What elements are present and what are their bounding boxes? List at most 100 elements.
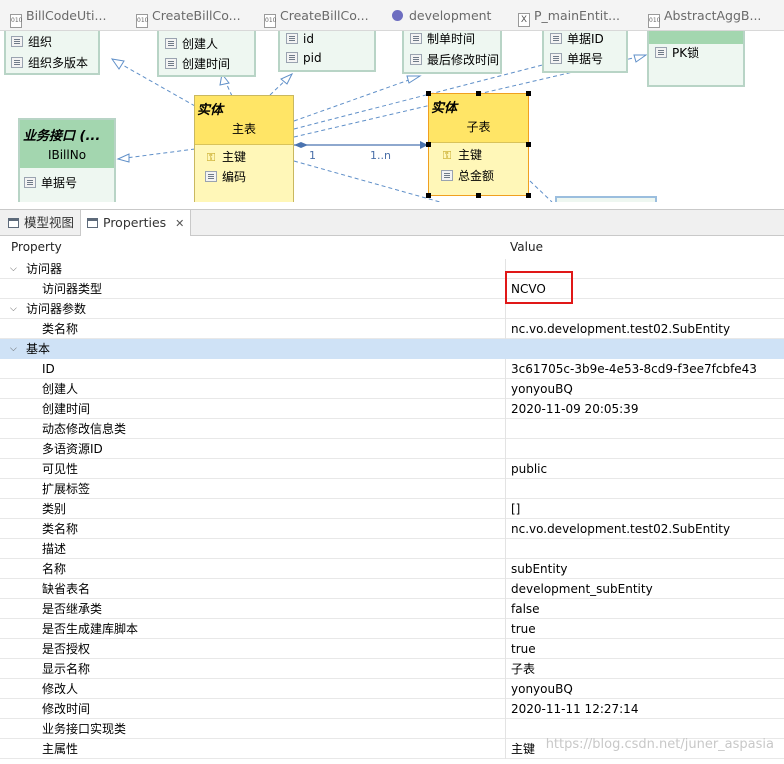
attribute-row[interactable]: 创建时间 (165, 55, 230, 73)
attribute-row[interactable]: id (286, 31, 314, 48)
property-row[interactable]: 业务接口实现类 (0, 719, 784, 739)
editor-tab[interactable]: X P_mainEntit... (518, 6, 620, 27)
selection-handle[interactable] (526, 193, 531, 198)
editor-tab[interactable]: 010 CreateBillCo... (136, 6, 241, 28)
attribute-row[interactable]: 制单时间 (410, 31, 475, 48)
attribute-label: PK锁 (672, 46, 700, 60)
attribute-row[interactable]: ⚿ 主键 (205, 148, 246, 166)
property-value-cell[interactable]: yonyouBQ (505, 679, 784, 699)
property-row[interactable]: 访问器类型 NCVO (0, 279, 784, 299)
tab-properties[interactable]: Properties ✕ (80, 210, 192, 236)
component-box-billno[interactable]: 单据ID 单据号 (542, 31, 628, 73)
property-value-cell[interactable] (505, 439, 784, 459)
component-box-pk[interactable]: PK锁 (647, 31, 745, 87)
property-row[interactable]: 类别 [] (0, 499, 784, 519)
tab-model-view[interactable]: 模型视图 (2, 210, 80, 235)
component-box-partial[interactable] (555, 196, 657, 202)
attribute-row[interactable]: 最后修改时间 (410, 51, 499, 69)
attribute-row[interactable]: 单据号 (24, 174, 77, 192)
attribute-row[interactable]: 总金额 (441, 167, 494, 185)
property-row[interactable]: 创建时间 2020-11-09 20:05:39 (0, 399, 784, 419)
property-value-cell[interactable]: yonyouBQ (505, 379, 784, 399)
property-category-row[interactable]: ⌵ 访问器参数 (0, 299, 784, 319)
property-row[interactable]: 修改人 yonyouBQ (0, 679, 784, 699)
attribute-row[interactable]: 组织 (11, 33, 52, 51)
property-value-cell[interactable]: 3c61705c-3b9e-4e53-8cd9-f3ee7fcbfe43 (505, 359, 784, 379)
property-row[interactable]: 是否生成建库脚本 true (0, 619, 784, 639)
selection-handle[interactable] (476, 91, 481, 96)
editor-tab[interactable]: development (392, 6, 491, 26)
property-value-cell[interactable] (505, 719, 784, 739)
attribute-row[interactable]: 组织多版本 (11, 54, 88, 72)
attribute-row[interactable]: 创建人 (165, 35, 218, 53)
property-row[interactable]: 可见性 public (0, 459, 784, 479)
property-value-cell[interactable]: true (505, 639, 784, 659)
property-category-row[interactable]: ⌵ 基本 (0, 339, 784, 359)
property-value-cell[interactable]: true (505, 619, 784, 639)
component-box-id[interactable]: id pid (278, 31, 376, 72)
attribute-row[interactable]: pid (286, 49, 322, 67)
property-row[interactable]: 动态修改信息类 (0, 419, 784, 439)
property-value-cell[interactable] (505, 539, 784, 559)
property-row[interactable]: 类名称 nc.vo.development.test02.SubEntity (0, 319, 784, 339)
component-box-org[interactable]: 组织 组织多版本 (4, 31, 100, 75)
property-row[interactable]: ID 3c61705c-3b9e-4e53-8cd9-f3ee7fcbfe43 (0, 359, 784, 379)
editor-tab[interactable]: 010 AbstractAggB... (648, 6, 761, 28)
property-row[interactable]: 描述 (0, 539, 784, 559)
selection-handle[interactable] (426, 91, 431, 96)
property-row[interactable]: 是否授权 true (0, 639, 784, 659)
property-value-cell[interactable] (505, 339, 784, 359)
selection-handle[interactable] (526, 142, 531, 147)
attribute-row[interactable]: 单据号 (550, 50, 603, 68)
column-header-property[interactable]: Property (11, 237, 62, 257)
property-key: 访问器参数 (26, 302, 87, 316)
property-value-cell[interactable]: nc.vo.development.test02.SubEntity (505, 319, 784, 339)
property-row[interactable]: 创建人 yonyouBQ (0, 379, 784, 399)
property-value-cell[interactable]: 2020-11-09 20:05:39 (505, 399, 784, 419)
property-row[interactable]: 多语资源ID (0, 439, 784, 459)
selection-handle[interactable] (426, 142, 431, 147)
property-category-row[interactable]: ⌵ 访问器 (0, 259, 784, 279)
property-key: 访问器 (26, 262, 63, 276)
property-value-cell[interactable]: nc.vo.development.test02.SubEntity (505, 519, 784, 539)
entity-sub-table[interactable]: 实体 子表 ⚿ 主键 总金额 (428, 93, 529, 196)
attribute-row[interactable]: ⚿ 主键 (441, 146, 482, 164)
expand-chevron-icon[interactable]: ⌵ (10, 259, 20, 279)
property-value-cell[interactable] (505, 479, 784, 499)
java-file-icon: 010 (10, 14, 22, 28)
attribute-row[interactable]: 编码 (205, 168, 246, 186)
property-value-cell[interactable]: development_subEntity (505, 579, 784, 599)
expand-chevron-icon[interactable]: ⌵ (10, 299, 20, 319)
selection-handle[interactable] (426, 193, 431, 198)
property-row[interactable]: 是否继承类 false (0, 599, 784, 619)
entity-main-table[interactable]: 实体 主表 ⚿ 主键 编码 (194, 95, 294, 202)
component-box-bill-time[interactable]: 制单时间 最后修改时间 (402, 31, 502, 74)
selection-handle[interactable] (526, 91, 531, 96)
interface-ibillno[interactable]: 业务接口 (... IBillNo 单据号 (18, 118, 116, 202)
property-row[interactable]: 类名称 nc.vo.development.test02.SubEntity (0, 519, 784, 539)
property-key: 修改人 (42, 682, 79, 696)
editor-tab[interactable]: 010 CreateBillCo... (264, 6, 369, 28)
property-value-cell[interactable]: false (505, 599, 784, 619)
property-value-cell[interactable]: subEntity (505, 559, 784, 579)
close-icon[interactable]: ✕ (175, 217, 184, 230)
property-row[interactable]: 扩展标签 (0, 479, 784, 499)
property-value-cell[interactable] (505, 419, 784, 439)
model-diagram-canvas[interactable]: 1 1..n 组织 组织多版本 创建人 创建时间 id pid 制单时间 最后修… (0, 31, 784, 202)
attribute-label: 单据号 (41, 176, 78, 190)
attribute-row[interactable]: 单据ID (550, 31, 604, 48)
component-box-creator[interactable]: 创建人 创建时间 (157, 31, 256, 77)
property-value-cell[interactable]: 子表 (505, 659, 784, 679)
property-value-cell[interactable]: 2020-11-11 12:27:14 (505, 699, 784, 719)
selection-handle[interactable] (476, 193, 481, 198)
property-row[interactable]: 显示名称 子表 (0, 659, 784, 679)
editor-tab[interactable]: 010 BillCodeUti... (10, 6, 106, 28)
property-value-cell[interactable]: public (505, 459, 784, 479)
attribute-row[interactable]: PK锁 (655, 44, 699, 62)
property-value-cell[interactable]: [] (505, 499, 784, 519)
property-row[interactable]: 名称 subEntity (0, 559, 784, 579)
column-header-value[interactable]: Value (505, 237, 784, 257)
property-row[interactable]: 缺省表名 development_subEntity (0, 579, 784, 599)
property-row[interactable]: 修改时间 2020-11-11 12:27:14 (0, 699, 784, 719)
expand-chevron-icon[interactable]: ⌵ (10, 339, 20, 359)
